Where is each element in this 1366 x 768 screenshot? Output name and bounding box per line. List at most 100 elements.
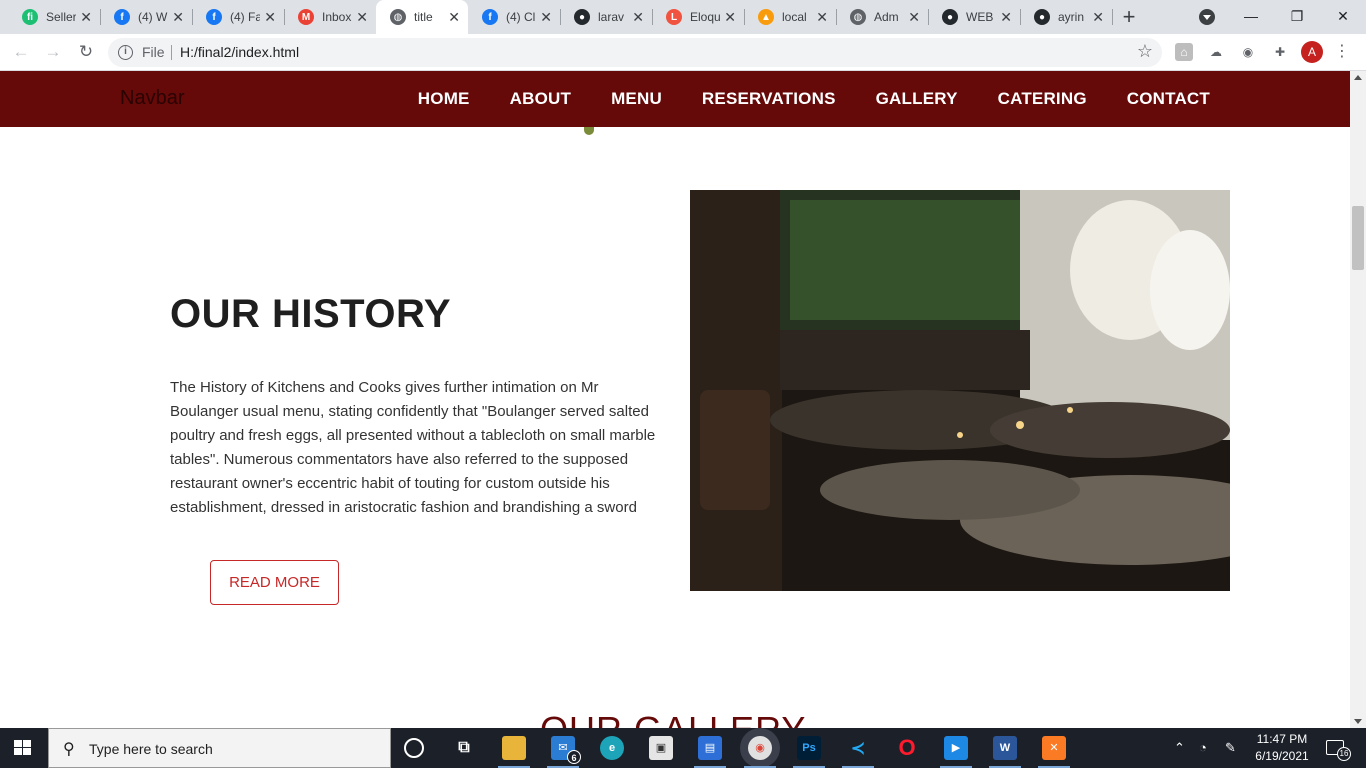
browser-tab-11[interactable]: ● WEB ✕ — [928, 0, 1021, 34]
close-tab-icon[interactable]: ✕ — [356, 9, 368, 25]
word-icon[interactable]: W — [989, 736, 1021, 768]
github-icon: ● — [574, 9, 590, 25]
nav-contact[interactable]: CONTACT — [1127, 89, 1210, 109]
reload-icon[interactable]: ↻ — [75, 41, 97, 63]
pdf-extension-icon[interactable]: ⌂ — [1175, 43, 1193, 61]
xampp-icon[interactable]: ✕ — [1038, 736, 1070, 768]
file-explorer-icon[interactable] — [498, 736, 530, 768]
store-icon[interactable]: ▣ — [649, 736, 673, 760]
tab-title: local — [782, 10, 807, 24]
scroll-up-icon[interactable] — [1354, 75, 1362, 80]
history-title: OUR HISTORY — [170, 292, 452, 336]
browser-tab-3[interactable]: f (4) Fa ✕ — [192, 0, 285, 34]
browser-tab-5[interactable]: ◍ title ✕ — [376, 0, 468, 34]
facebook-icon: f — [114, 9, 130, 25]
browser-tab-12[interactable]: ● ayrin ✕ — [1020, 0, 1113, 34]
site-navbar: Navbar HOME ABOUT MENU RESERVATIONS GALL… — [0, 71, 1350, 127]
read-more-button[interactable]: READ MORE — [210, 560, 339, 605]
chrome-icon[interactable]: ◉ — [744, 736, 776, 768]
globe-icon: ◍ — [390, 9, 406, 25]
nav-catering[interactable]: CATERING — [998, 89, 1087, 109]
site-info-icon[interactable]: i — [118, 45, 133, 60]
navbar-brand[interactable]: Navbar — [120, 87, 184, 110]
phpmyadmin-icon: ▲ — [758, 9, 774, 25]
tab-title: ayrin — [1058, 10, 1085, 24]
taskbar-search-input[interactable]: ⚲ Type here to search — [48, 728, 391, 768]
nav-home[interactable]: HOME — [418, 89, 470, 109]
notification-center-icon[interactable]: 16 — [1326, 740, 1351, 761]
tab-title: (4) Cl — [506, 10, 536, 24]
windows-taskbar: ⚲ Type here to search ⧉ ✉ 6 e ▣ ▤ ◉ Ps ≺ … — [0, 728, 1366, 768]
tab-title: Inbox — [322, 10, 352, 24]
tray-overflow-icon[interactable]: ⌃ — [1174, 740, 1185, 756]
close-tab-icon[interactable]: ✕ — [1000, 9, 1012, 25]
vscode-icon[interactable]: ≺ — [842, 736, 874, 768]
history-text: The History of Kitchens and Cooks gives … — [170, 379, 656, 516]
photoshop-icon[interactable]: Ps — [793, 736, 825, 768]
cloud-extension-icon[interactable]: ☁ — [1207, 43, 1225, 61]
browser-tab-6[interactable]: f (4) Cl ✕ — [468, 0, 561, 34]
tab-title: Seller — [46, 10, 76, 24]
close-tab-icon[interactable]: ✕ — [632, 9, 644, 25]
browser-tab-9[interactable]: ▲ local ✕ — [744, 0, 837, 34]
browser-tab-10[interactable]: ◍ Adm ✕ — [836, 0, 929, 34]
scroll-thumb[interactable] — [1352, 206, 1364, 270]
tab-search-icon[interactable] — [1199, 9, 1215, 25]
close-tab-icon[interactable]: ✕ — [1092, 9, 1104, 25]
browser-tab-strip: + — ❐ ✕ fi Seller ✕ f (4) W ✕ f (4) Fa ✕ M Inbox ✕ ◍… — [0, 0, 1366, 34]
nav-menu[interactable]: MENU — [611, 89, 662, 109]
edge-icon[interactable]: e — [600, 736, 624, 760]
close-tab-icon[interactable]: ✕ — [540, 9, 552, 25]
restore-icon[interactable]: ❐ — [1274, 4, 1320, 28]
clock-time: 11:47 PM — [1256, 732, 1308, 746]
close-tab-icon[interactable]: ✕ — [264, 9, 276, 25]
close-window-icon[interactable]: ✕ — [1320, 4, 1366, 28]
media-player-icon[interactable]: ▶ — [940, 736, 972, 768]
new-tab-button[interactable]: + — [1118, 6, 1140, 28]
close-tab-icon[interactable]: ✕ — [724, 9, 736, 25]
profile-avatar[interactable]: A — [1301, 41, 1323, 63]
puzzle-extensions-icon[interactable]: ✚ — [1271, 43, 1289, 61]
browser-tab-4[interactable]: M Inbox ✕ — [284, 0, 377, 34]
opera-icon[interactable]: O — [895, 736, 919, 760]
menu-kebab-icon[interactable]: ⋮ — [1334, 42, 1350, 62]
close-tab-icon[interactable]: ✕ — [448, 9, 460, 25]
cortana-icon[interactable] — [404, 738, 424, 758]
address-bar[interactable]: i File H:/final2/index.html ☆ — [108, 38, 1162, 67]
task-view-icon[interactable]: ⧉ — [452, 736, 476, 760]
nav-reservations[interactable]: RESERVATIONS — [702, 89, 836, 109]
windows-start-icon[interactable] — [14, 740, 32, 756]
tab-title: larav — [598, 10, 625, 24]
page-scrollbar[interactable] — [1350, 71, 1366, 728]
tab-separator — [1112, 9, 1113, 25]
browser-tab-2[interactable]: f (4) W ✕ — [100, 0, 193, 34]
network-icon[interactable]: ◔ — [1199, 740, 1207, 755]
mail-icon[interactable]: ✉ 6 — [547, 736, 581, 768]
facebook-icon: f — [206, 9, 222, 25]
gallery-title: OUR GALLERY — [540, 709, 806, 728]
tab-title: title — [414, 10, 433, 24]
remote-app-icon[interactable]: ▤ — [694, 736, 726, 768]
close-tab-icon[interactable]: ✕ — [172, 9, 184, 25]
taskbar-clock[interactable]: 11:47 PM 6/19/2021 — [1254, 731, 1310, 765]
nav-gallery[interactable]: GALLERY — [876, 89, 958, 109]
close-tab-icon[interactable]: ✕ — [908, 9, 920, 25]
browser-tab-7[interactable]: ● larav ✕ — [560, 0, 653, 34]
url-text[interactable]: H:/final2/index.html — [180, 44, 299, 60]
forward-icon[interactable]: → — [42, 41, 64, 63]
back-icon[interactable]: ← — [10, 41, 32, 63]
pen-icon[interactable]: ✎ — [1225, 740, 1236, 756]
browser-tab-1[interactable]: fi Seller ✕ — [8, 0, 101, 34]
minimize-icon[interactable]: — — [1228, 4, 1274, 28]
browser-tab-8[interactable]: L Eloqu ✕ — [652, 0, 745, 34]
close-tab-icon[interactable]: ✕ — [816, 9, 828, 25]
nav-about[interactable]: ABOUT — [510, 89, 571, 109]
scroll-down-icon[interactable] — [1354, 719, 1362, 724]
camera-extension-icon[interactable]: ◉ — [1239, 43, 1257, 61]
globe-icon: ◍ — [850, 9, 866, 25]
close-tab-icon[interactable]: ✕ — [80, 9, 92, 25]
tab-title: Adm — [874, 10, 899, 24]
search-placeholder: Type here to search — [89, 741, 213, 757]
nav-links: HOME ABOUT MENU RESERVATIONS GALLERY CAT… — [418, 89, 1210, 109]
bookmark-star-icon[interactable]: ☆ — [1137, 41, 1153, 62]
